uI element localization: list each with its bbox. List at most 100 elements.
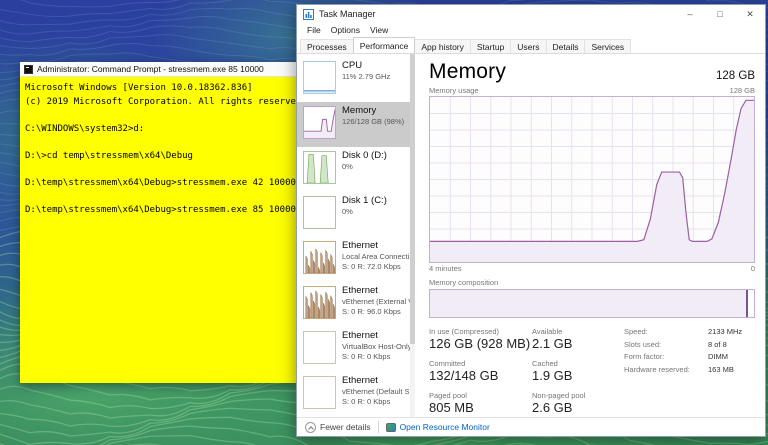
disk-idle-mini-chart <box>303 196 336 229</box>
tab-bar: Processes Performance App history Startup Us… <box>297 37 765 54</box>
sidebar-item-title: Disk 0 (D:) <box>342 150 387 161</box>
tab-processes[interactable]: Processes <box>300 39 354 53</box>
sidebar-item-title: Ethernet <box>342 330 378 341</box>
memory-total-label: 128 GB <box>716 70 755 82</box>
stat-non-paged-pool: Non-paged pool 2.6 GB <box>532 391 610 416</box>
menu-view[interactable]: View <box>365 25 393 35</box>
memory-composition-label: Memory composition <box>429 278 499 287</box>
x-axis-left-label: 4 minutes <box>429 264 462 273</box>
console-line: C:\WINDOWS\system32>d: <box>25 123 145 134</box>
sidebar-item-subtitle2: S: 0 R: 0 Kbps <box>342 351 391 361</box>
stat-cached: Cached 1.9 GB <box>532 359 610 384</box>
stat-label: Paged pool <box>429 391 467 400</box>
sidebar-item-ethernet[interactable]: Ethernet VirtualBox Host-Only... S: 0 R: 0… <box>297 327 415 372</box>
sidebar-item-text: Disk 1 (C:) 0% <box>342 195 387 217</box>
eth-active-mini-chart <box>303 241 336 274</box>
tab-users[interactable]: Users <box>510 39 547 53</box>
eth-idle-mini-chart <box>303 376 336 409</box>
eth-idle-mini-chart <box>303 331 336 364</box>
stat-value: 2.1 GB <box>532 336 573 351</box>
sidebar-item-subtitle: vEthernet (Default S... <box>342 387 411 396</box>
stat-value: 805 MB <box>429 400 474 415</box>
sidebar-item-title: Ethernet <box>342 240 378 251</box>
cmd-title: Administrator: Command Prompt - stressme… <box>37 64 264 74</box>
sidebar-item-disk-1-c-[interactable]: Disk 1 (C:) 0% <box>297 192 415 237</box>
task-manager-window: Task Manager – □ ✕ File Options View Proce… <box>296 4 766 437</box>
tab-app-history[interactable]: App history <box>414 39 471 53</box>
memory-stats-grid: In use (Compressed) 126 GB (928 MB) Availa… <box>429 327 610 416</box>
stat-available: Available 2.1 GB <box>532 327 610 352</box>
cmd-console-output[interactable]: Microsoft Windows [Version 10.0.18362.83… <box>20 77 307 383</box>
detail-label: Speed: <box>624 327 648 336</box>
command-prompt-window: Administrator: Command Prompt - stressme… <box>20 62 307 383</box>
memory-usage-chart <box>429 96 755 263</box>
scrollbar-thumb[interactable] <box>410 54 415 345</box>
chevron-up-icon <box>305 421 316 433</box>
console-line: (c) 2019 Microsoft Corporation. All righ… <box>25 96 307 107</box>
tab-performance[interactable]: Performance <box>352 37 416 53</box>
stat-label: Committed <box>429 359 466 368</box>
open-resource-monitor-link[interactable]: Open Resource Monitor <box>385 422 490 432</box>
stat-paged-pool: Paged pool 805 MB <box>429 391 526 416</box>
console-line: D:\temp\stressmem\x64\Debug>stressmem.ex… <box>25 177 296 188</box>
sidebar-item-ethernet[interactable]: EthernetvEthernet (External V...S: 0 R: … <box>297 282 415 327</box>
disk-active-mini-chart <box>303 151 336 184</box>
console-line: D:\>cd temp\stressmem\x64\Debug <box>25 150 193 161</box>
page-title: Memory <box>429 60 507 83</box>
detail-label: Form factor: <box>624 352 665 361</box>
stat-label: Available <box>532 327 563 336</box>
detail-label: Slots used: <box>624 339 662 349</box>
stat-value: 132/148 GB <box>429 368 499 383</box>
fewer-details-label: Fewer details <box>320 422 371 432</box>
console-line: D:\temp\stressmem\x64\Debug>stressmem.ex… <box>25 204 296 215</box>
x-axis-right-label: 0 <box>750 264 755 273</box>
console-line: Microsoft Windows [Version 10.0.18362.83… <box>25 83 253 93</box>
sidebar-item-text: Disk 0 (D:) 0% <box>342 150 387 172</box>
sidebar-item-subtitle: Local Area Connecti... <box>342 252 411 261</box>
menu-options[interactable]: Options <box>326 25 365 35</box>
eth-active2-mini-chart <box>303 286 336 319</box>
close-button[interactable]: ✕ <box>735 5 765 23</box>
cmd-titlebar[interactable]: Administrator: Command Prompt - stressme… <box>20 62 296 77</box>
open-resource-monitor-label: Open Resource Monitor <box>399 422 490 432</box>
sidebar-item-subtitle: vEthernet (External V... <box>342 297 411 306</box>
chart-max-label: 128 GB <box>729 86 755 95</box>
detail-value: 8 of 8 <box>708 339 727 349</box>
sidebar-item-subtitle: 11% 2.79 GHz <box>342 72 391 81</box>
cmd-icon <box>24 64 33 74</box>
cpu-mini-chart <box>303 61 336 94</box>
window-title: Task Manager <box>319 9 376 19</box>
stat-committed: Committed 132/148 GB <box>429 359 526 384</box>
sidebar-item-disk-0-d-[interactable]: Disk 0 (D:) 0% <box>297 147 415 192</box>
menu-bar: File Options View <box>297 23 765 37</box>
tab-startup[interactable]: Startup <box>469 39 512 53</box>
stat-value: 1.9 GB <box>532 368 573 383</box>
menu-file[interactable]: File <box>302 25 326 35</box>
tab-services[interactable]: Services <box>584 39 632 53</box>
detail-value: 163 MB <box>708 364 734 374</box>
sidebar-item-ethernet[interactable]: Ethernet vEthernet (Default S... S: 0 R: 0… <box>297 372 415 417</box>
sidebar-item-cpu[interactable]: CPU 11% 2.79 GHz <box>297 57 415 102</box>
stat-label: In use (Compressed) <box>429 327 500 336</box>
maximize-button[interactable]: □ <box>705 5 735 23</box>
sidebar-item-subtitle2: S: 0 R: 0 Kbps <box>342 396 391 406</box>
minimize-button[interactable]: – <box>675 5 705 23</box>
memory-mini-chart <box>303 106 336 139</box>
sidebar-item-memory[interactable]: Memory 126/128 GB (98%) <box>297 102 415 147</box>
performance-sidebar: CPU 11% 2.79 GHz Memory 126/128 GB (98%) Dis… <box>297 54 415 417</box>
fewer-details-toggle[interactable]: Fewer details <box>305 421 371 433</box>
tab-details[interactable]: Details <box>545 39 586 53</box>
sidebar-scrollbar[interactable] <box>410 54 415 417</box>
sidebar-item-text: Ethernet Local Area Connecti... S: 0 R: 72… <box>342 240 411 271</box>
sidebar-item-ethernet[interactable]: Ethernet Local Area Connecti... S: 0 R: 72… <box>297 237 415 282</box>
sidebar-item-text: EthernetvEthernet (External V...S: 0 R: … <box>342 285 411 316</box>
composition-in-use-segment <box>430 290 748 317</box>
memory-composition-bar <box>429 289 755 318</box>
desktop-wallpaper: Administrator: Command Prompt - stressme… <box>0 0 768 445</box>
task-manager-titlebar[interactable]: Task Manager – □ ✕ <box>297 5 765 23</box>
memory-panel: Memory 128 GB Memory usage 128 GB 4 minu… <box>415 54 765 417</box>
sidebar-item-text: Ethernet VirtualBox Host-Only... S: 0 R: 0… <box>342 330 411 361</box>
